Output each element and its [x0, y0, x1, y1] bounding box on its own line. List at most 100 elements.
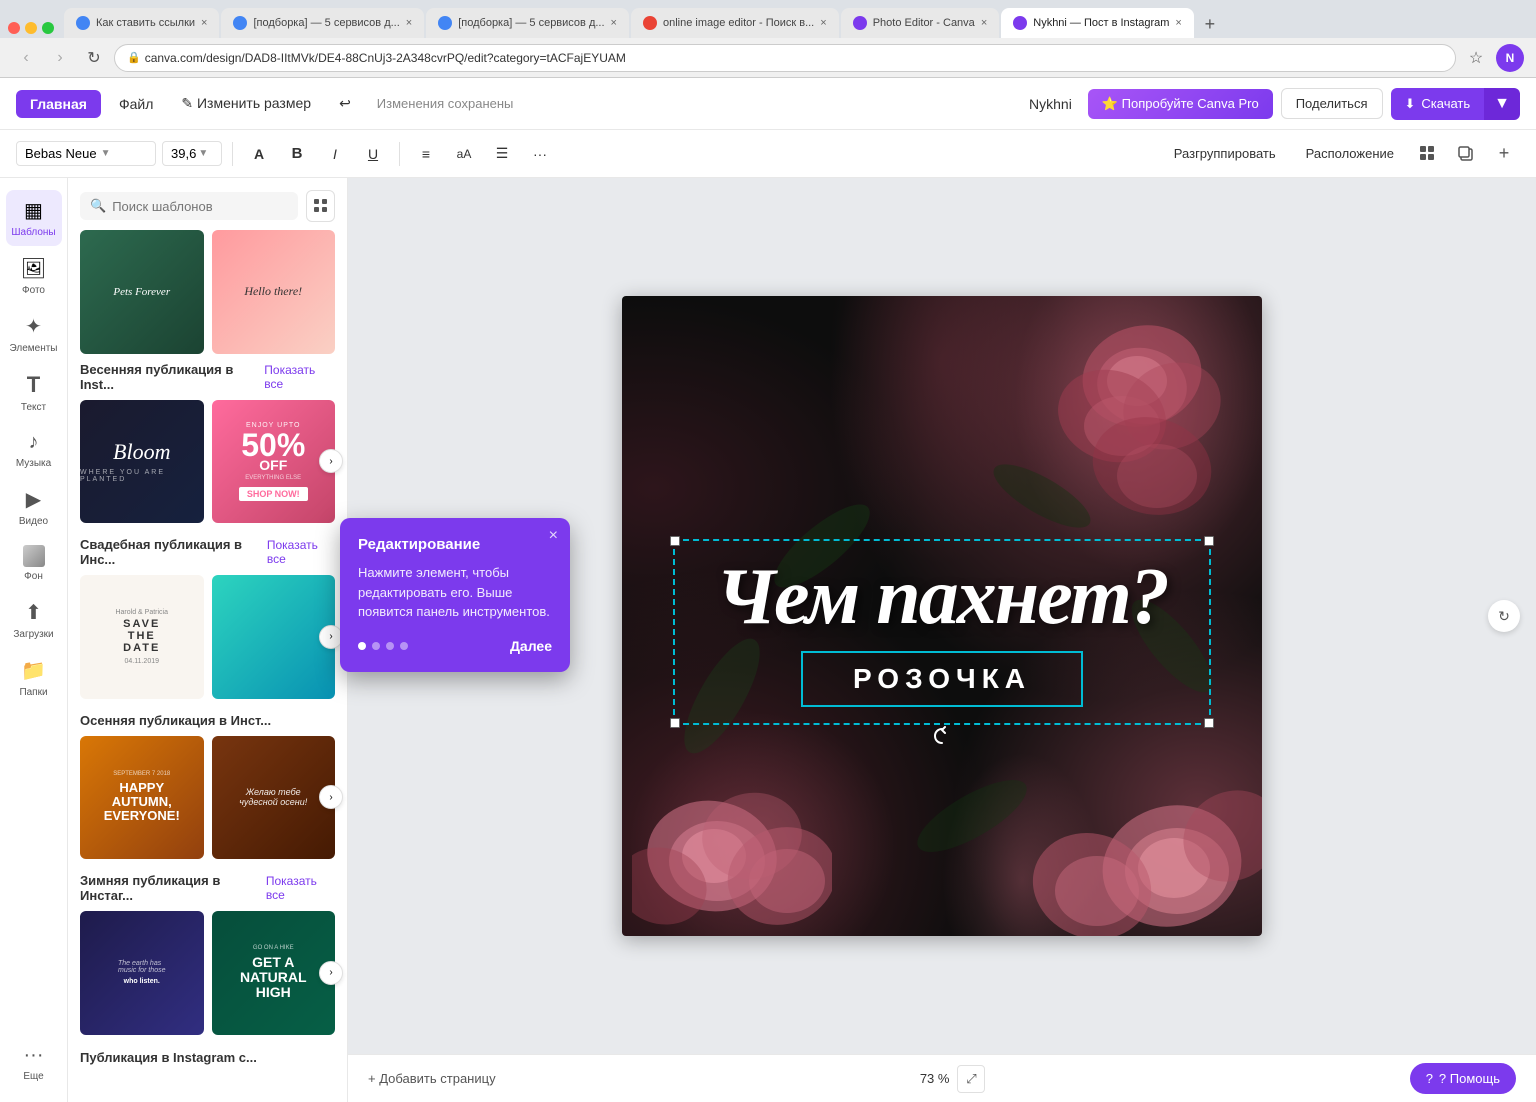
changes-text: Изменения сохранены: [377, 96, 514, 111]
tooltip-next-button[interactable]: Далее: [510, 638, 552, 654]
download-icon: ⬇: [1405, 96, 1416, 112]
undo-button[interactable]: ↩: [329, 89, 361, 118]
italic-button[interactable]: I: [319, 138, 351, 170]
search-input[interactable]: [112, 199, 288, 214]
font-select[interactable]: Bebas Neue ▼: [16, 141, 156, 166]
align-button[interactable]: ≡: [410, 138, 442, 170]
section-spring-show-all[interactable]: Показать все: [264, 363, 335, 391]
sidebar-item-elements[interactable]: ✦ Элементы: [6, 306, 62, 362]
section-wedding-show-all[interactable]: Показать все: [267, 538, 335, 566]
file-menu[interactable]: Файл: [109, 90, 163, 118]
elements-icon: ✦: [25, 314, 42, 339]
bookmark-button[interactable]: ☆: [1462, 44, 1490, 72]
minimize-window-btn[interactable]: [25, 22, 37, 34]
new-tab-button[interactable]: +: [1196, 10, 1224, 38]
sidebar-item-text[interactable]: T Текст: [6, 364, 62, 421]
share-button[interactable]: Поделиться: [1281, 88, 1383, 119]
download-label: Скачать: [1421, 96, 1470, 111]
handle-top-right[interactable]: [1204, 536, 1214, 546]
tab-3[interactable]: [подборка] — 5 сервисов д... ×: [426, 8, 629, 38]
rotate-handle[interactable]: [932, 726, 952, 751]
underline-button[interactable]: U: [357, 138, 389, 170]
section-autumn-header: Осенняя публикация в Инст...: [80, 713, 335, 728]
template-card-pets[interactable]: Pets Forever: [80, 230, 204, 354]
sidebar-item-background[interactable]: Фон: [6, 537, 62, 590]
more-format-button[interactable]: ···: [524, 138, 556, 170]
sidebar-item-video[interactable]: ▶ Видео: [6, 479, 62, 535]
sidebar-item-folders[interactable]: 📁 Папки: [6, 650, 62, 706]
font-size-select[interactable]: 39,6 ▼: [162, 141, 222, 166]
canvas-refresh-button[interactable]: ↻: [1488, 600, 1520, 632]
font-size-value: 39,6: [171, 146, 196, 161]
autumn-next-button[interactable]: ›: [319, 785, 343, 809]
download-arrow-button[interactable]: ▼: [1484, 88, 1520, 120]
tab-5[interactable]: Photo Editor - Canva ×: [841, 8, 1000, 38]
photo-label: Фото: [22, 285, 45, 296]
resize-menu[interactable]: ✎ Изменить размер: [171, 89, 321, 118]
fullscreen-button[interactable]: ⤢: [957, 1065, 985, 1093]
undo-icon: ↩: [339, 95, 351, 111]
tab-1[interactable]: Как ставить ссылки ×: [64, 8, 219, 38]
handle-top-left[interactable]: [670, 536, 680, 546]
help-button[interactable]: ? ? Помощь: [1410, 1063, 1516, 1094]
text-color-button[interactable]: A: [243, 138, 275, 170]
user-avatar[interactable]: N: [1496, 44, 1524, 72]
filter-button[interactable]: [306, 190, 335, 222]
template-card-winter1[interactable]: The earth hasmusic for those who listen.: [80, 911, 204, 1035]
tooltip-text: Нажмите элемент, чтобы редактировать его…: [358, 563, 552, 622]
canvas-sub-text-box[interactable]: РОЗОЧКА: [801, 651, 1083, 707]
winter-next-button[interactable]: ›: [319, 961, 343, 985]
templates-icon: ▦: [24, 198, 43, 223]
try-pro-button[interactable]: ⭐ Попробуйте Canva Pro: [1088, 89, 1273, 119]
template-card-save-date[interactable]: Harold & Patricia SAVE THE DATE 04.11.20…: [80, 575, 204, 699]
position-button[interactable]: Расположение: [1294, 140, 1406, 167]
maximize-window-btn[interactable]: [42, 22, 54, 34]
section-winter: Зимняя публикация в Инстаг... Показать в…: [80, 873, 335, 1035]
section-publications-title: Публикация в Instagram с...: [80, 1050, 257, 1065]
ungroup-button[interactable]: Разгруппировать: [1162, 140, 1288, 167]
bold-button[interactable]: B: [281, 138, 313, 170]
grid-view-button[interactable]: [1412, 138, 1444, 170]
template-card-teal[interactable]: [212, 575, 336, 699]
template-card-autumn-orange[interactable]: SEPTEMBER 7 2018 HAPPYAUTUMN,EVERYONE!: [80, 736, 204, 860]
back-button[interactable]: ‹: [12, 44, 40, 72]
download-button[interactable]: ⬇ Скачать: [1391, 88, 1485, 120]
selected-element[interactable]: Чем пахнет? РОЗОЧКА: [673, 539, 1211, 725]
tab-6-active[interactable]: Nykhni — Пост в Instagram ×: [1001, 8, 1194, 38]
address-bar[interactable]: 🔒 canva.com/design/DAD8-IItMVk/DE4-88CnU…: [114, 44, 1456, 72]
copy-button[interactable]: [1450, 138, 1482, 170]
template-card-autumn-photo[interactable]: Желаю тебечудесной осени!: [212, 736, 336, 860]
tab-4[interactable]: online image editor - Поиск в... ×: [631, 8, 839, 38]
sidebar-item-uploads[interactable]: ⬆ Загрузки: [6, 592, 62, 648]
sidebar-item-more[interactable]: ··· Еще: [6, 1036, 62, 1090]
sidebar-item-templates[interactable]: ▦ Шаблоны: [6, 190, 62, 246]
case-button[interactable]: aA: [448, 138, 480, 170]
section-winter-show-all[interactable]: Показать все: [266, 874, 335, 902]
home-button[interactable]: Главная: [16, 90, 101, 118]
add-element-button[interactable]: +: [1488, 138, 1520, 170]
help-label: ? Помощь: [1439, 1071, 1500, 1086]
sidebar-item-photo[interactable]: 🖼 Фото: [6, 248, 62, 304]
elements-label: Элементы: [10, 343, 58, 354]
add-page-button[interactable]: + Добавить страницу: [368, 1070, 496, 1088]
main-layout: ▦ Шаблоны 🖼 Фото ✦ Элементы T Текст ♪ Му…: [0, 178, 1536, 1102]
section-spring: Весенняя публикация в Inst... Показать в…: [80, 362, 335, 524]
reload-button[interactable]: ↻: [80, 44, 108, 72]
app: Главная Файл ✎ Изменить размер ↩ Изменен…: [0, 78, 1536, 1102]
close-window-btn[interactable]: [8, 22, 20, 34]
spring-next-button[interactable]: ›: [319, 449, 343, 473]
template-card-sale[interactable]: ENJOY UPTO 50% OFF EVERYTHING ELSE SHOP …: [212, 400, 336, 524]
forward-button[interactable]: ›: [46, 44, 74, 72]
spring-template-grid: Bloom WHERE YOU ARE PLANTED ENJOY UPTO 5…: [80, 400, 335, 524]
sidebar-item-music[interactable]: ♪ Музыка: [6, 423, 62, 477]
template-card-winter2[interactable]: GO ON A HIKE GET ANATURALHIGH: [212, 911, 336, 1035]
template-card-bloom[interactable]: Bloom WHERE YOU ARE PLANTED: [80, 400, 204, 524]
tooltip-dot-4: [400, 642, 408, 650]
tab-2[interactable]: [подборка] — 5 сервисов д... ×: [221, 8, 424, 38]
list-button[interactable]: ☰: [486, 138, 518, 170]
tooltip-close-button[interactable]: ×: [549, 528, 558, 544]
template-card-hello[interactable]: Hello there!: [212, 230, 336, 354]
handle-bottom-left[interactable]: [670, 718, 680, 728]
design-canvas[interactable]: Чем пахнет? РОЗОЧКА: [622, 296, 1262, 936]
handle-bottom-right[interactable]: [1204, 718, 1214, 728]
